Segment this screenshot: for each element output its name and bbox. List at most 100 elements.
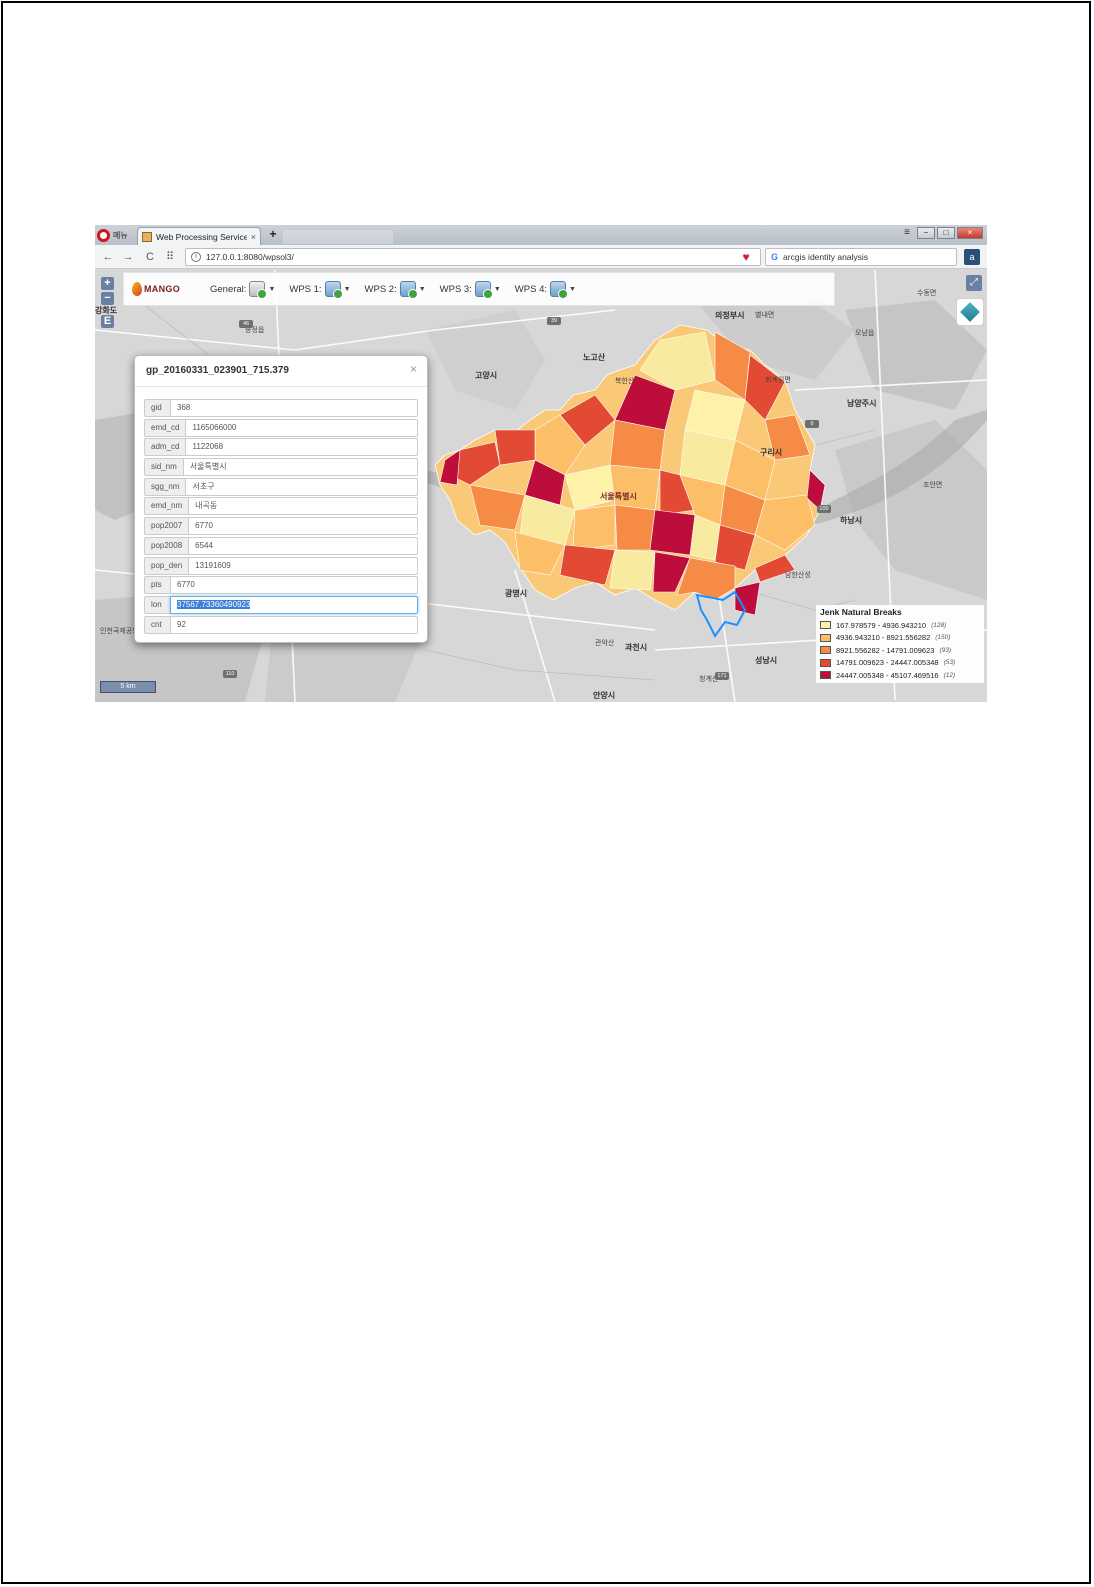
zoom-extent-button[interactable]: E: [101, 315, 114, 328]
attribute-row: adm_cd 1122068: [144, 438, 418, 457]
attribute-value-field[interactable]: 서울특별시: [182, 458, 418, 477]
attribute-value-field[interactable]: 1122068: [185, 438, 418, 457]
attribute-row: pop_den 13191609: [144, 556, 418, 575]
browser-tab[interactable]: Web Processing Services ×: [137, 227, 261, 245]
toolbar-item-label: WPS 2:: [364, 283, 397, 295]
road-number-badge: 46: [239, 320, 253, 328]
toolbar-item-label: WPS 3:: [439, 283, 472, 295]
attribute-label: emd_cd: [144, 418, 186, 437]
map-label: 고양시: [475, 371, 498, 380]
legend-swatch: [820, 633, 831, 642]
toolbar-wps3-menu[interactable]: WPS 3: ▼: [439, 281, 501, 299]
toolbar-item-label: General:: [210, 283, 247, 295]
background-tab[interactable]: [283, 230, 393, 244]
map-view[interactable]: 강화도 송정읍 고양시 노고산 의정부시 구리시 남양주시 하남시 광명시 과천…: [95, 270, 987, 702]
menu-label: 메뉴: [113, 230, 128, 240]
mango-logo: MANGO: [132, 282, 196, 296]
window-menu-icon[interactable]: ≡: [899, 227, 915, 239]
mango-logo-icon: [132, 282, 142, 296]
attribute-row: pop2008 6544: [144, 536, 418, 555]
maximize-button[interactable]: □: [937, 227, 955, 239]
layer-switcher-button[interactable]: [956, 298, 984, 326]
map-label: 퇴계원면: [765, 377, 791, 384]
toolbar-general-menu[interactable]: General: ▼: [210, 281, 275, 299]
zoom-out-button[interactable]: −: [101, 292, 114, 305]
attribute-label: gid: [144, 399, 170, 417]
forward-icon[interactable]: →: [121, 250, 135, 264]
new-tab-button[interactable]: +: [265, 228, 281, 242]
attribute-value-field[interactable]: 13191609: [188, 556, 418, 575]
toolbar-wps1-menu[interactable]: WPS 1: ▼: [289, 281, 351, 299]
search-query: arcgis identity analysis: [783, 252, 869, 262]
attribute-value-field[interactable]: 서초구: [185, 477, 418, 496]
legend-item: 4936.943210 - 8921.556282 (150): [820, 632, 980, 645]
legend-swatch: [820, 671, 831, 680]
popup-close-icon[interactable]: ×: [410, 362, 417, 376]
attribute-row: gid 368: [144, 399, 418, 417]
opera-menu-button[interactable]: 메뉴: [95, 225, 135, 245]
cube-add-icon: [474, 281, 493, 299]
legend-item: 14791.009623 - 24447.005348 (53): [820, 657, 980, 670]
attribute-value-field[interactable]: 1165066000: [185, 418, 418, 437]
site-info-icon[interactable]: i: [191, 252, 201, 262]
bookmark-heart-icon[interactable]: ♥: [738, 250, 754, 264]
legend-swatch: [820, 621, 831, 630]
attribute-label: sid_nm: [144, 458, 183, 477]
attribute-value-field[interactable]: 내곡동: [188, 497, 418, 516]
attribute-row: pop2007 6770: [144, 517, 418, 536]
attribute-row: sgg_nm 서초구: [144, 477, 418, 496]
url-input[interactable]: i 127.0.0.1:8080/wpsol3/: [185, 248, 761, 266]
road-number-badge: 100: [817, 505, 831, 513]
attribute-value-field[interactable]: 6770: [188, 517, 418, 536]
map-label: 북한산: [615, 378, 635, 385]
attribute-row: pts 6770: [144, 576, 418, 595]
attribute-row: sid_nm 서울특별시: [144, 458, 418, 477]
toolbar-wps4-menu[interactable]: WPS 4: ▼: [515, 281, 576, 299]
fullscreen-button[interactable]: ⤢: [966, 275, 982, 291]
extension-icon[interactable]: a: [964, 249, 980, 265]
legend-range: 24447.005348 - 45107.469516: [836, 670, 939, 680]
attribute-value-field-focused[interactable]: 37567.73360490923: [170, 595, 418, 614]
app-toolbar: MANGO General: ▼ WPS 1: ▼ WPS 2: ▼ WPS 3…: [123, 272, 835, 306]
attribute-label: pop_den: [144, 556, 189, 575]
chevron-down-icon: ▼: [418, 285, 426, 293]
address-bar: ← → C ⠿ i 127.0.0.1:8080/wpsol3/ ♥ G arc…: [95, 245, 987, 269]
map-label: 의정부시: [715, 311, 745, 320]
legend-range: 167.978579 - 4936.943210: [836, 620, 927, 630]
zoom-in-button[interactable]: +: [101, 277, 114, 290]
legend-count: (12): [943, 671, 956, 679]
map-label: 남양주시: [847, 399, 877, 408]
speed-dial-icon[interactable]: ⠿: [163, 250, 177, 264]
legend-title: Jenk Natural Breaks: [820, 607, 902, 617]
back-icon[interactable]: ←: [101, 250, 115, 264]
road-number-badge: 171: [715, 672, 729, 680]
map-label: 남한산성: [785, 572, 811, 579]
map-label: 구리시: [760, 448, 783, 457]
attribute-table: gid 368 emd_cd 1165066000 adm_cd 1122068 si…: [144, 399, 418, 635]
opera-logo-icon: [97, 228, 110, 242]
toolbar-wps2-menu[interactable]: WPS 2: ▼: [364, 281, 426, 299]
minimize-button[interactable]: −: [917, 227, 935, 239]
map-label: 관악산: [595, 640, 615, 647]
map-label: 안양시: [593, 691, 616, 700]
attribute-row: emd_cd 1165066000: [144, 418, 418, 437]
map-label: 하남시: [840, 516, 863, 525]
attribute-value-field[interactable]: 6770: [170, 576, 418, 595]
reload-icon[interactable]: C: [143, 250, 157, 264]
close-window-button[interactable]: ×: [957, 227, 983, 239]
toolbar-item-label: WPS 1:: [289, 283, 322, 295]
attribute-label: sgg_nm: [144, 477, 186, 496]
attribute-row: lon 37567.73360490923: [144, 595, 418, 614]
legend-range: 8921.556282 - 14791.009623: [836, 645, 935, 655]
road-number-badge: 110: [223, 670, 237, 678]
road-number-badge: 39: [547, 317, 561, 325]
cube-add-icon: [550, 281, 568, 299]
attribute-value-field[interactable]: 6544: [188, 536, 418, 555]
attribute-value-field[interactable]: 368: [170, 399, 418, 417]
tab-close-icon[interactable]: ×: [251, 232, 256, 242]
map-label: 과천시: [625, 643, 648, 652]
map-label: 조안면: [923, 482, 943, 489]
search-input[interactable]: G arcgis identity analysis: [765, 248, 957, 266]
attribute-value-field[interactable]: 92: [170, 615, 418, 634]
attribute-label: pts: [144, 576, 170, 595]
